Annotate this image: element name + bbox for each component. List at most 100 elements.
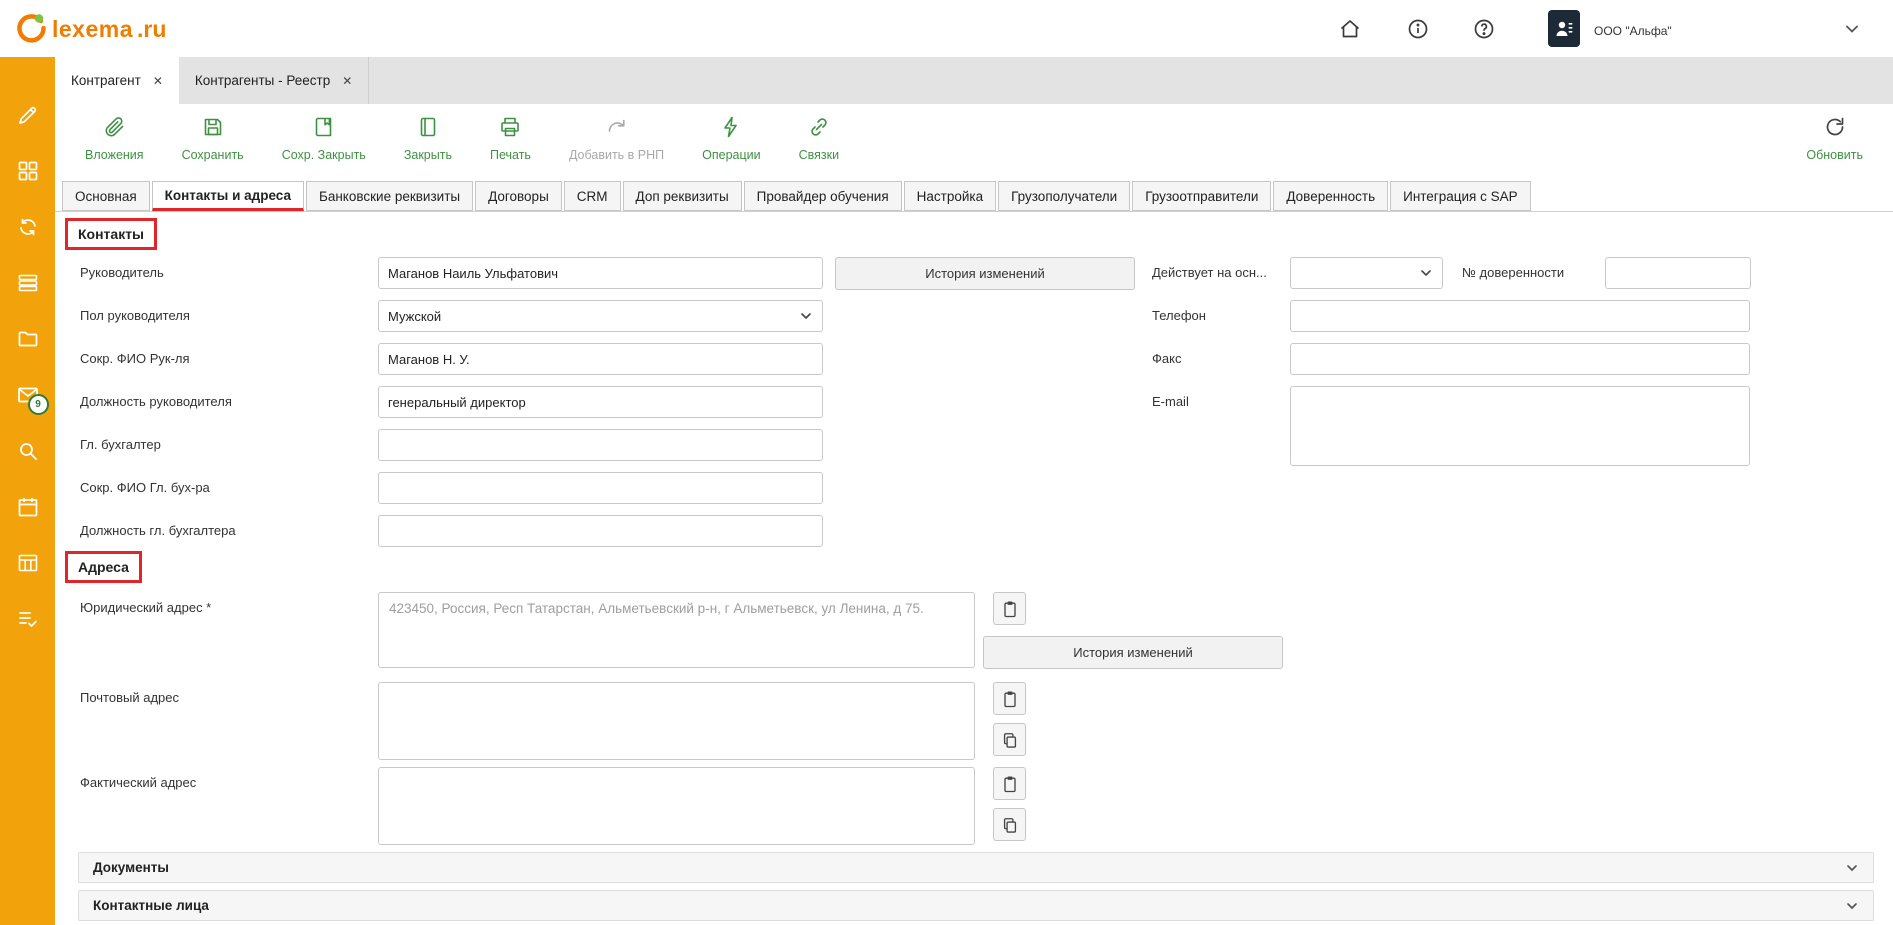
postal-address-label: Почтовый адрес xyxy=(80,690,179,705)
logo[interactable]: lexema.ru xyxy=(14,10,166,49)
postal-address-field[interactable] xyxy=(378,682,975,760)
poa-number-label: № доверенности xyxy=(1462,265,1564,280)
reports-icon[interactable] xyxy=(16,551,40,575)
header-chevron-down-icon[interactable] xyxy=(1843,20,1863,40)
manager-position-input[interactable] xyxy=(378,386,823,418)
form-content: Контакты Руководитель История изменений … xyxy=(55,212,1893,925)
chevron-down-icon xyxy=(1845,899,1859,913)
company-name: ООО "Альфа" xyxy=(1594,24,1672,38)
gender-select[interactable]: Мужской xyxy=(378,300,823,332)
manager-position-label: Должность руководителя xyxy=(80,394,232,409)
chief-accountant-input[interactable] xyxy=(378,429,823,461)
acts-on-basis-select[interactable] xyxy=(1290,257,1443,289)
paste-address-button[interactable] xyxy=(993,592,1026,625)
close-tab-icon[interactable]: ✕ xyxy=(342,74,352,88)
tab-dogovory[interactable]: Договоры xyxy=(475,181,562,211)
tab-integraciya-s-sap[interactable]: Интеграция с SAP xyxy=(1390,181,1531,211)
copy-icon xyxy=(1000,815,1020,835)
tasks-icon[interactable] xyxy=(16,607,40,631)
link-icon xyxy=(807,115,831,144)
fax-input[interactable] xyxy=(1290,343,1750,375)
chevron-down-icon xyxy=(799,309,813,323)
paste-postal-address-button[interactable] xyxy=(993,682,1026,715)
copy-icon xyxy=(1000,730,1020,750)
close-document-button[interactable]: Закрыть xyxy=(404,115,452,162)
gender-label: Пол руководителя xyxy=(80,308,190,323)
history-button[interactable]: История изменений xyxy=(835,257,1135,290)
tab-nastroyka[interactable]: Настройка xyxy=(904,181,996,211)
tab-osnovnaya[interactable]: Основная xyxy=(62,181,150,211)
save-button[interactable]: Сохранить xyxy=(182,115,244,162)
list-icon[interactable] xyxy=(16,271,40,295)
tab-kontragent[interactable]: Контрагент ✕ xyxy=(55,57,179,104)
lightning-icon xyxy=(719,115,743,144)
sync-icon[interactable] xyxy=(16,215,40,239)
legal-address-label: Юридический адрес * xyxy=(80,600,211,615)
modules-icon[interactable] xyxy=(16,159,40,183)
documents-section-title: Документы xyxy=(93,860,169,875)
close-document-icon xyxy=(416,115,440,144)
chief-accountant-short-input[interactable] xyxy=(378,472,823,504)
tab-provayder-obucheniya[interactable]: Провайдер обучения xyxy=(744,181,902,211)
clipboard-icon xyxy=(1000,774,1020,794)
sidebar: 9 xyxy=(0,57,55,925)
acts-on-basis-label: Действует на осн... xyxy=(1152,265,1267,280)
contact-persons-section-header[interactable]: Контактные лица xyxy=(78,890,1874,921)
email-field[interactable] xyxy=(1290,386,1750,466)
logo-text: lexema xyxy=(52,16,133,43)
copy-postal-address-button[interactable] xyxy=(993,723,1026,756)
print-icon xyxy=(498,115,522,144)
legal-address-field[interactable]: 423450, Россия, Респ Татарстан, Альметье… xyxy=(378,592,975,668)
chief-accountant-position-input[interactable] xyxy=(378,515,823,547)
tab-kontakty-i-adresa[interactable]: Контакты и адреса xyxy=(152,181,304,211)
links-button[interactable]: Связки xyxy=(799,115,839,162)
copy-actual-address-button[interactable] xyxy=(993,808,1026,841)
tab-dop-rekvizity[interactable]: Доп реквизиты xyxy=(623,181,742,211)
help-icon[interactable] xyxy=(1472,17,1496,41)
operations-button[interactable]: Операции xyxy=(702,115,760,162)
tab-crm[interactable]: CRM xyxy=(564,181,621,211)
user-avatar[interactable] xyxy=(1548,10,1580,47)
refresh-icon xyxy=(1823,115,1847,144)
document-tabs: Контрагент ✕ Контрагенты - Реестр ✕ xyxy=(55,57,1893,104)
calendar-icon[interactable] xyxy=(16,495,40,519)
save-close-button[interactable]: Сохр. Закрыть xyxy=(282,115,366,162)
tab-label: Контрагенты - Реестр xyxy=(195,73,330,88)
form-tabs: Основная Контакты и адреса Банковские ре… xyxy=(55,177,1893,212)
attachments-button[interactable]: Вложения xyxy=(85,115,144,162)
poa-number-input[interactable] xyxy=(1605,257,1751,289)
chief-accountant-label: Гл. бухгалтер xyxy=(80,437,161,452)
paste-actual-address-button[interactable] xyxy=(993,767,1026,800)
close-tab-icon[interactable]: ✕ xyxy=(153,74,163,88)
documents-section-header[interactable]: Документы xyxy=(78,852,1874,883)
folder-icon[interactable] xyxy=(16,327,40,351)
redo-icon xyxy=(605,115,629,144)
actual-address-label: Фактический адрес xyxy=(80,775,196,790)
edit-icon[interactable] xyxy=(16,103,40,127)
search-icon[interactable] xyxy=(16,439,40,463)
tab-bankovskie-rekvizity[interactable]: Банковские реквизиты xyxy=(306,181,473,211)
logo-icon xyxy=(14,10,48,49)
mail-icon[interactable]: 9 xyxy=(16,383,40,407)
home-icon[interactable] xyxy=(1338,17,1362,41)
email-label: E-mail xyxy=(1152,394,1189,409)
save-close-icon xyxy=(312,115,336,144)
phone-label: Телефон xyxy=(1152,308,1206,323)
paperclip-icon xyxy=(102,115,126,144)
info-icon[interactable] xyxy=(1406,17,1430,41)
tab-gruzopoluchateli[interactable]: Грузополучатели xyxy=(998,181,1130,211)
phone-input[interactable] xyxy=(1290,300,1750,332)
add-to-rnp-button: Добавить в РНП xyxy=(569,115,664,162)
manager-input[interactable] xyxy=(378,257,823,289)
logo-suffix: .ru xyxy=(137,16,166,43)
refresh-button[interactable]: Обновить xyxy=(1806,115,1863,162)
manager-short-name-input[interactable] xyxy=(378,343,823,375)
tab-gruzootpraviteli[interactable]: Грузоотправители xyxy=(1132,181,1271,211)
address-history-button[interactable]: История изменений xyxy=(983,636,1283,669)
actual-address-field[interactable] xyxy=(378,767,975,845)
toolbar: Вложения Сохранить Сохр. Закрыть Закрыть… xyxy=(55,104,1893,177)
tab-doverennost[interactable]: Доверенность xyxy=(1273,181,1388,211)
tab-kontragenty-reestr[interactable]: Контрагенты - Реестр ✕ xyxy=(179,57,369,104)
mail-badge: 9 xyxy=(28,394,49,415)
print-button[interactable]: Печать xyxy=(490,115,531,162)
